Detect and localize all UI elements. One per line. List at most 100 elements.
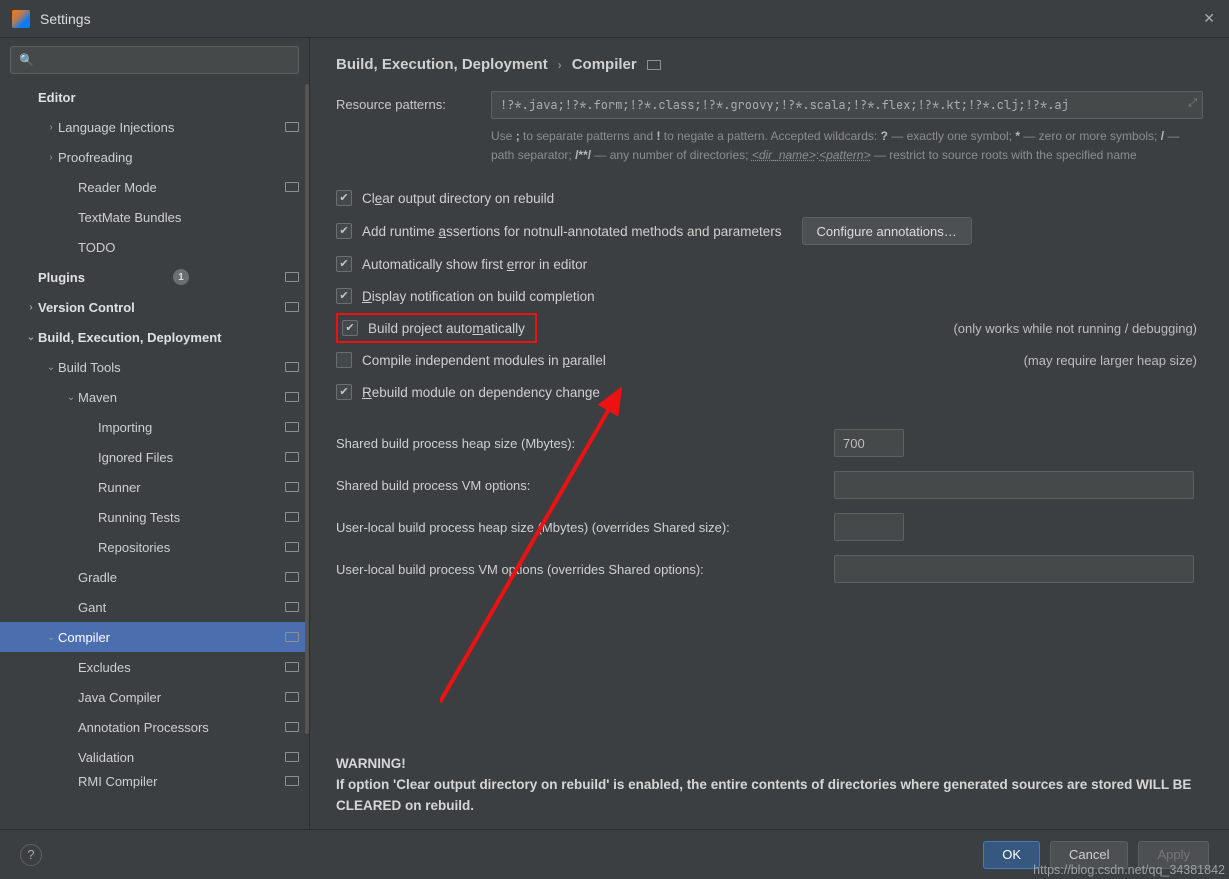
- project-scope-icon: [285, 482, 299, 492]
- settings-sidebar: 🔍 Editor›Language Injections›Proofreadin…: [0, 38, 310, 829]
- sidebar-item-label: Ignored Files: [98, 450, 173, 465]
- sidebar-item-build-execution-deployment[interactable]: ⌄Build, Execution, Deployment: [0, 322, 309, 352]
- configure-annotations-button[interactable]: Configure annotations…: [802, 217, 972, 245]
- sidebar-item-repositories[interactable]: Repositories: [0, 532, 309, 562]
- resource-patterns-input[interactable]: [491, 91, 1203, 119]
- rebuild-dep-checkbox[interactable]: [336, 384, 352, 400]
- project-scope-icon: [285, 632, 299, 642]
- sidebar-item-label: Proofreading: [58, 150, 132, 165]
- runtime-assertions-checkbox[interactable]: [336, 223, 352, 239]
- rebuild-dep-label: Rebuild module on dependency change: [362, 385, 600, 400]
- search-input[interactable]: 🔍: [10, 46, 299, 74]
- sidebar-item-label: Maven: [78, 390, 117, 405]
- project-scope-icon: [285, 752, 299, 762]
- sidebar-item-label: Build Tools: [58, 360, 121, 375]
- project-scope-icon: [285, 512, 299, 522]
- sidebar-item-editor[interactable]: Editor: [0, 82, 309, 112]
- sidebar-item-label: Importing: [98, 420, 152, 435]
- sidebar-item-label: Build, Execution, Deployment: [38, 330, 221, 345]
- sidebar-item-label: Running Tests: [98, 510, 180, 525]
- build-auto-label: Build project automatically: [368, 321, 525, 336]
- sidebar-item-excludes[interactable]: Excludes: [0, 652, 309, 682]
- shared-vm-input[interactable]: [834, 471, 1194, 499]
- chevron-icon: ›: [44, 152, 58, 163]
- window-title: Settings: [40, 11, 91, 27]
- sidebar-item-label: Compiler: [58, 630, 110, 645]
- sidebar-item-label: Validation: [78, 750, 134, 765]
- project-scope-icon: [285, 542, 299, 552]
- sidebar-item-gant[interactable]: Gant: [0, 592, 309, 622]
- project-scope-icon: [285, 692, 299, 702]
- shared-heap-input[interactable]: [834, 429, 904, 457]
- scrollbar[interactable]: [305, 84, 309, 734]
- show-first-error-label: Automatically show first error in editor: [362, 257, 587, 272]
- sidebar-item-label: Java Compiler: [78, 690, 161, 705]
- sidebar-item-label: Runner: [98, 480, 141, 495]
- sidebar-item-label: Plugins: [38, 270, 85, 285]
- build-auto-checkbox[interactable]: [342, 320, 358, 336]
- chevron-icon: ⌄: [44, 362, 58, 373]
- help-button[interactable]: ?: [20, 844, 42, 866]
- local-heap-input[interactable]: [834, 513, 904, 541]
- search-icon: 🔍: [19, 53, 34, 67]
- compile-parallel-checkbox[interactable]: [336, 352, 352, 368]
- sidebar-item-annotation-processors[interactable]: Annotation Processors: [0, 712, 309, 742]
- clear-output-label: Clear output directory on rebuild: [362, 191, 554, 206]
- sidebar-item-running-tests[interactable]: Running Tests: [0, 502, 309, 532]
- watermark-text: https://blog.csdn.net/qq_34381842: [1029, 861, 1229, 879]
- project-scope-icon: [285, 182, 299, 192]
- chevron-icon: ⌄: [24, 332, 38, 343]
- resource-patterns-label: Resource patterns:: [336, 91, 491, 112]
- runtime-assertions-label: Add runtime assertions for notnull-annot…: [362, 224, 782, 239]
- sidebar-item-label: Annotation Processors: [78, 720, 209, 735]
- breadcrumb-root[interactable]: Build, Execution, Deployment: [336, 56, 548, 73]
- sidebar-item-language-injections[interactable]: ›Language Injections: [0, 112, 309, 142]
- count-badge: 1: [173, 269, 189, 285]
- build-notification-label: Display notification on build completion: [362, 289, 595, 304]
- local-heap-label: User-local build process heap size (Mbyt…: [336, 520, 834, 535]
- shared-vm-label: Shared build process VM options:: [336, 478, 834, 493]
- sidebar-item-compiler[interactable]: ⌄Compiler: [0, 622, 309, 652]
- sidebar-item-label: Reader Mode: [78, 180, 157, 195]
- build-notification-checkbox[interactable]: [336, 288, 352, 304]
- clear-output-checkbox[interactable]: [336, 190, 352, 206]
- breadcrumb: Build, Execution, Deployment › Compiler: [336, 56, 1203, 73]
- settings-tree: Editor›Language Injections›ProofreadingR…: [0, 82, 309, 829]
- sidebar-item-proofreading[interactable]: ›Proofreading: [0, 142, 309, 172]
- sidebar-item-label: Version Control: [38, 300, 135, 315]
- sidebar-item-todo[interactable]: TODO: [0, 232, 309, 262]
- project-scope-icon: [285, 122, 299, 132]
- sidebar-item-label: Gradle: [78, 570, 117, 585]
- sidebar-item-reader-mode[interactable]: Reader Mode: [0, 172, 309, 202]
- sidebar-item-version-control[interactable]: ›Version Control: [0, 292, 309, 322]
- sidebar-item-gradle[interactable]: Gradle: [0, 562, 309, 592]
- chevron-icon: ›: [44, 122, 58, 133]
- sidebar-item-validation[interactable]: Validation: [0, 742, 309, 772]
- expand-icon[interactable]: ⤢: [1188, 97, 1197, 110]
- sidebar-item-java-compiler[interactable]: Java Compiler: [0, 682, 309, 712]
- sidebar-item-label: TextMate Bundles: [78, 210, 181, 225]
- sidebar-item-label: Editor: [38, 90, 76, 105]
- show-first-error-checkbox[interactable]: [336, 256, 352, 272]
- chevron-right-icon: ›: [558, 58, 562, 72]
- sidebar-item-importing[interactable]: Importing: [0, 412, 309, 442]
- close-icon[interactable]: ✕: [1203, 10, 1215, 27]
- sidebar-item-ignored-files[interactable]: Ignored Files: [0, 442, 309, 472]
- sidebar-item-rmi-compiler[interactable]: RMI Compiler: [0, 772, 309, 790]
- sidebar-item-label: TODO: [78, 240, 115, 255]
- sidebar-item-runner[interactable]: Runner: [0, 472, 309, 502]
- sidebar-item-plugins[interactable]: Plugins 1: [0, 262, 309, 292]
- resource-patterns-hint: Use ; to separate patterns and ! to nega…: [491, 127, 1203, 164]
- project-scope-icon: [285, 572, 299, 582]
- sidebar-item-textmate-bundles[interactable]: TextMate Bundles: [0, 202, 309, 232]
- sidebar-item-label: Excludes: [78, 660, 131, 675]
- project-scope-icon: [285, 392, 299, 402]
- project-scope-icon: [285, 302, 299, 312]
- chevron-icon: ›: [24, 302, 38, 313]
- chevron-icon: ⌄: [64, 392, 78, 403]
- sidebar-item-build-tools[interactable]: ⌄Build Tools: [0, 352, 309, 382]
- sidebar-item-maven[interactable]: ⌄Maven: [0, 382, 309, 412]
- project-scope-icon: [647, 60, 661, 70]
- local-vm-input[interactable]: [834, 555, 1194, 583]
- sidebar-item-label: RMI Compiler: [78, 774, 157, 789]
